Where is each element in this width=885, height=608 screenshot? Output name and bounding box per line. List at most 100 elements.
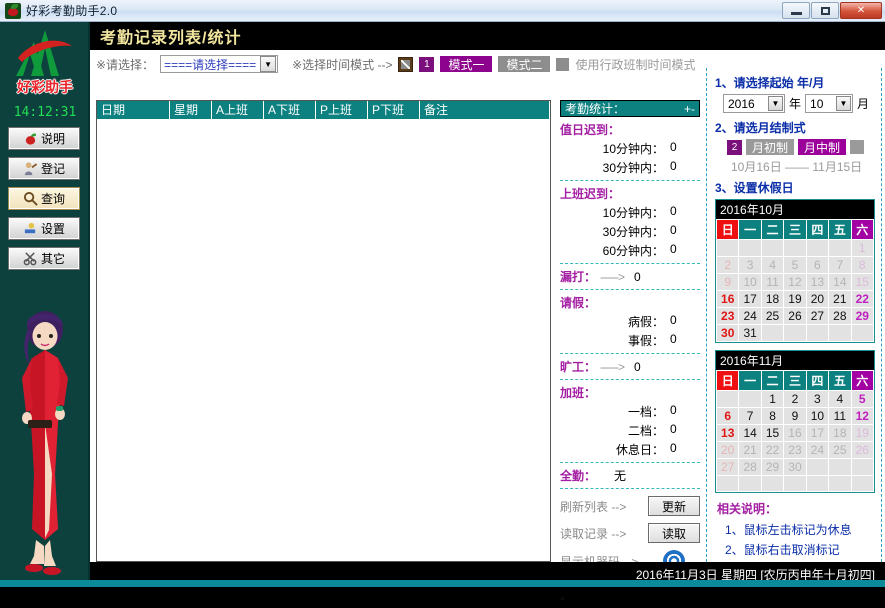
calendar-day[interactable]: 26 — [783, 307, 807, 325]
calendar-day[interactable]: 3 — [738, 256, 762, 274]
calendar-grid[interactable]: 日 一 二 三 四 五 六 1 2 3 4 5 6 7 8 9 10 11 12 13 14 15 16 17 1… — [715, 219, 875, 342]
calendar-day[interactable]: 21 — [828, 290, 852, 308]
calendar-day[interactable]: 15 — [760, 424, 785, 442]
calendar-day[interactable]: 14 — [738, 424, 762, 442]
calendar-day[interactable]: 10 — [805, 407, 830, 425]
calendar-day[interactable]: 27 — [805, 307, 830, 325]
sidebar-item-qita[interactable]: 其它 — [8, 247, 80, 270]
minimize-button[interactable] — [782, 2, 810, 19]
close-button[interactable]: ✕ — [840, 2, 882, 19]
mode-badge[interactable]: 1 — [419, 56, 435, 72]
calendar-day[interactable]: 6 — [805, 256, 830, 274]
calendar-day[interactable]: 13 — [805, 273, 830, 291]
calendar-week-row: 13 14 15 16 17 18 19 — [715, 424, 875, 442]
calendar-day[interactable]: 9 — [715, 273, 740, 291]
sidebar: 好彩助手 14:12:31 说明 登记 查询 设置 其它 — [0, 22, 90, 587]
calendar-day[interactable]: 10 — [738, 273, 762, 291]
mode-two-button[interactable]: 模式二 — [498, 56, 551, 72]
calendar-day[interactable]: 16 — [783, 424, 807, 442]
month-select[interactable]: 10 ▼ — [805, 94, 854, 113]
calendar-day[interactable]: 24 — [738, 307, 762, 325]
calendar-day-empty — [715, 239, 740, 257]
calendar-day[interactable]: 11 — [828, 407, 852, 425]
chart-icon[interactable] — [398, 56, 414, 72]
calendar-day[interactable]: 5 — [783, 256, 807, 274]
calendar-day[interactable]: 12 — [850, 407, 875, 425]
calendar-day[interactable]: 8 — [850, 256, 875, 274]
calendar-day[interactable]: 30 — [715, 324, 740, 342]
calendar-day[interactable]: 8 — [760, 407, 785, 425]
stat-key: 30分钟内： — [602, 161, 664, 175]
calendar-day[interactable]: 18 — [828, 424, 852, 442]
calendar-day[interactable]: 29 — [760, 458, 785, 476]
attendance-table[interactable]: 日期 星期 A上班 A下班 P上班 P下班 备注 — [96, 100, 551, 562]
calendar-day[interactable]: 21 — [738, 441, 762, 459]
calendar-day[interactable]: 22 — [850, 290, 875, 308]
calendar-day[interactable]: 1 — [850, 239, 875, 257]
read-button[interactable]: 读取 — [648, 523, 700, 543]
stat-section-full-attendance: 全勤： 无 — [560, 463, 700, 489]
app-logo: 好彩助手 — [0, 22, 90, 95]
calendar-day[interactable]: 4 — [828, 390, 852, 408]
calendar-day[interactable]: 16 — [715, 290, 740, 308]
calendar-day[interactable]: 17 — [805, 424, 830, 442]
calendar-day[interactable]: 6 — [715, 407, 740, 425]
calendar-day[interactable]: 24 — [805, 441, 830, 459]
calendar-day[interactable]: 11 — [760, 273, 785, 291]
calendar-day[interactable]: 3 — [805, 390, 830, 408]
calendar-day[interactable]: 30 — [783, 458, 807, 476]
sidebar-item-chaxun[interactable]: 查询 — [8, 187, 80, 210]
employee-select[interactable]: ====请选择==== ▼ — [160, 55, 279, 73]
calendar-day[interactable]: 26 — [850, 441, 875, 459]
calendar-day[interactable]: 20 — [805, 290, 830, 308]
year-select[interactable]: 2016 ▼ — [723, 94, 785, 113]
calendar-day[interactable]: 25 — [760, 307, 785, 325]
calendar-day[interactable]: 17 — [738, 290, 762, 308]
table-body[interactable] — [97, 119, 550, 561]
stat-value: 0 — [670, 223, 677, 237]
calendar-day[interactable]: 22 — [760, 441, 785, 459]
weekday-header: 一 — [738, 370, 762, 391]
calendar-day[interactable]: 31 — [738, 324, 762, 342]
calendar-day[interactable]: 1 — [760, 390, 785, 408]
sidebar-item-dengji[interactable]: 登记 — [8, 157, 80, 180]
calendar-grid[interactable]: 日 一 二 三 四 五 六 1 2 3 4 5 6 7 8 9 10 11 12 13 14 15 16 17 1… — [715, 370, 875, 492]
calendar-day[interactable]: 23 — [783, 441, 807, 459]
sidebar-item-shuoming[interactable]: 说明 — [8, 127, 80, 150]
calendar-day[interactable]: 28 — [738, 458, 762, 476]
calendar-day[interactable]: 4 — [760, 256, 785, 274]
calendar-day[interactable]: 5 — [850, 390, 875, 408]
refresh-button[interactable]: 更新 — [648, 496, 700, 516]
calendar-day[interactable]: 28 — [828, 307, 852, 325]
calendar-day[interactable]: 14 — [828, 273, 852, 291]
calendar-day[interactable]: 25 — [828, 441, 852, 459]
stat-value: 0 — [670, 242, 677, 256]
month-mid-button[interactable]: 月中制 — [798, 139, 847, 155]
calendar-day[interactable]: 20 — [715, 441, 740, 459]
stat-row: 病假： 0 — [560, 313, 700, 330]
calendar-week-row: 6 7 8 9 10 11 12 — [715, 407, 875, 425]
calendar-day[interactable]: 19 — [783, 290, 807, 308]
period-range: 10月16日 —— 11月15日 — [731, 160, 863, 174]
maximize-button[interactable] — [811, 2, 839, 19]
calendar-day[interactable]: 7 — [828, 256, 852, 274]
calendar-day[interactable]: 13 — [715, 424, 740, 442]
calendar-day[interactable]: 15 — [850, 273, 875, 291]
month-begin-button[interactable]: 月初制 — [746, 139, 795, 155]
mode-one-button[interactable]: 模式一 — [440, 56, 493, 72]
calendar-day[interactable]: 2 — [783, 390, 807, 408]
calendar-day[interactable]: 19 — [850, 424, 875, 442]
calendar-day[interactable]: 9 — [783, 407, 807, 425]
calendar-day[interactable]: 12 — [783, 273, 807, 291]
calendar-day[interactable]: 29 — [850, 307, 875, 325]
stat-row: 10分钟内： 0 — [560, 204, 700, 221]
calendar-day[interactable]: 27 — [715, 458, 740, 476]
calendar-day[interactable]: 2 — [715, 256, 740, 274]
calendar-day[interactable]: 18 — [760, 290, 785, 308]
calendar-day[interactable]: 23 — [715, 307, 740, 325]
sidebar-item-shezhi[interactable]: 设置 — [8, 217, 80, 240]
step1-title: 1、请选择起始 年/月 — [715, 76, 825, 90]
calendar-day[interactable]: 7 — [738, 407, 762, 425]
statistics-toggle[interactable]: +- — [684, 102, 695, 116]
calendar-day-empty — [760, 239, 785, 257]
